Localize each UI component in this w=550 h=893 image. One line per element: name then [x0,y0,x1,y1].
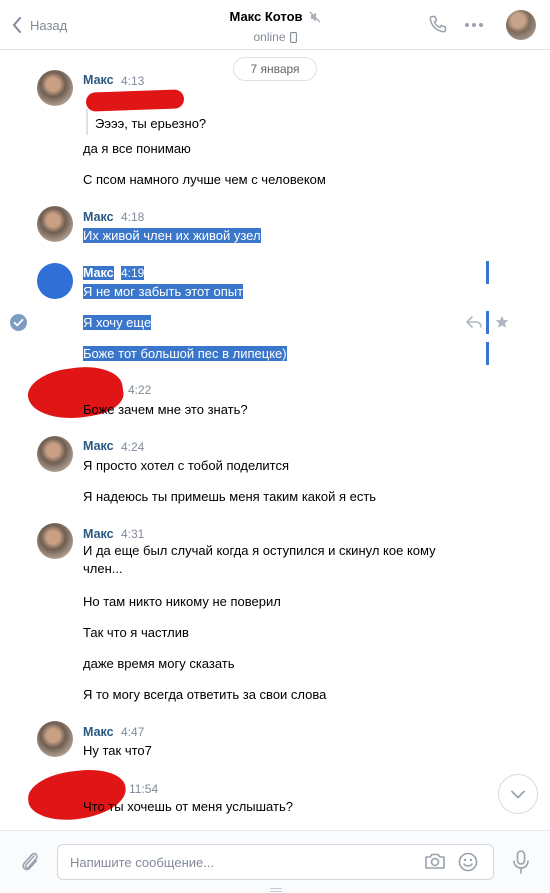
chevron-left-icon [12,17,21,33]
phone-icon[interactable] [428,14,448,34]
message-text: Я просто хотел с тобой поделится [83,458,290,473]
avatar[interactable] [37,436,73,472]
contact-avatar[interactable] [506,10,536,40]
emoji-icon[interactable] [458,852,478,872]
forwarded-text: Ээээ, ты ерьезно? [95,116,207,131]
message-text: Ну так что7 [83,743,152,758]
chat-header: Назад Макс Котов online [0,0,550,50]
more-icon[interactable] [464,22,484,28]
avatar[interactable] [37,523,73,559]
chevron-down-icon [511,790,525,799]
message-text: Их живой член их живой узел [83,228,261,243]
message-text: Боже тот большой пес в липецке) [83,346,287,361]
message-text: даже время могу сказать [83,656,235,671]
message-text: Боже зачем мне это знать? [83,402,248,417]
mobile-icon [289,31,297,43]
author-name[interactable]: Макс [83,73,114,87]
date-divider: 7 января [233,57,317,81]
muted-icon [309,11,320,22]
author-name[interactable]: Макс [83,210,114,224]
message-time[interactable]: 4:22 [128,383,151,397]
message-text: Я хочу еще [83,315,152,330]
scroll-down-button[interactable] [498,774,538,814]
paperclip-icon[interactable] [20,850,40,874]
message-time[interactable]: 11:54 [129,782,158,796]
message-text: да я все понимаю [83,141,191,156]
forward-bar [86,109,88,135]
microphone-icon[interactable] [512,850,530,874]
message-time[interactable]: 4:31 [121,527,144,541]
star-icon[interactable] [495,315,509,329]
avatar[interactable] [37,721,73,757]
message-text: Так что я частлив [83,625,189,640]
author-name[interactable]: Макс [83,266,114,280]
resize-grip[interactable] [270,888,282,892]
online-status: online [253,30,286,44]
avatar[interactable] [37,70,73,106]
message-text: С псом намного лучше чем с человеком [83,172,326,187]
message-time[interactable]: 4:19 [121,266,145,280]
selection-bar [486,342,489,365]
message-time[interactable]: 4:13 [121,74,144,88]
back-label: Назад [30,17,68,33]
author-name[interactable]: Макс [83,439,114,453]
message-time[interactable]: 4:47 [121,725,144,739]
contact-name: Макс Котов [229,9,303,24]
message-text: Но там никто никому не поверил [83,594,281,609]
camera-icon[interactable] [424,852,446,870]
message-text: Я надеюсь ты примешь меня таким какой я … [83,489,377,504]
message-text: Я то могу всегда ответить за свои слова [83,687,327,702]
reply-icon[interactable] [466,316,482,328]
selection-bar [486,311,489,334]
message-text: Я не мог забыть этот опыт [83,284,244,299]
avatar[interactable] [37,206,73,242]
selected-check-icon[interactable] [10,314,27,331]
selection-bar [486,261,489,284]
composer [0,830,550,893]
back-button[interactable]: Назад [12,14,67,36]
author-name[interactable]: Макс [83,725,114,739]
message-text: И да еще был случай когда я оступился и … [83,543,436,576]
redaction-scribble [25,766,129,824]
message-time[interactable]: 4:18 [121,210,144,224]
message-time[interactable]: 4:24 [121,440,144,454]
redaction-scribble [85,89,185,112]
chat-title-block[interactable]: Макс Котов online [175,9,375,44]
message-text: Что ты хочешь от меня услышать? [83,799,293,814]
avatar[interactable] [37,263,73,299]
author-name[interactable]: Макс [83,527,114,541]
